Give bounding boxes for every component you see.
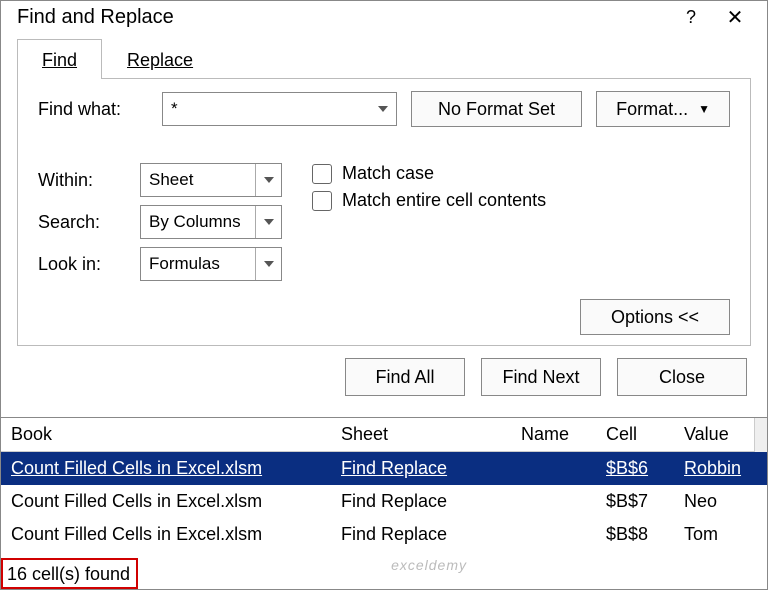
- find-replace-dialog: Find and Replace ? ✕ Find Replace Find w…: [0, 0, 768, 590]
- cell-value: Robbin: [684, 458, 741, 478]
- header-book[interactable]: Book: [1, 418, 331, 451]
- chevron-down-icon[interactable]: [255, 164, 281, 196]
- results-panel: Book Sheet Name Cell Value Count Filled …: [1, 417, 767, 589]
- status-text: 16 cell(s) found: [1, 558, 138, 589]
- find-next-button[interactable]: Find Next: [481, 358, 601, 396]
- header-cell[interactable]: Cell: [596, 418, 674, 451]
- dialog-title: Find and Replace: [17, 6, 669, 29]
- results-header: Book Sheet Name Cell Value: [1, 418, 754, 452]
- chevron-down-icon[interactable]: [255, 206, 281, 238]
- options-button[interactable]: Options <<: [580, 299, 730, 335]
- no-format-button[interactable]: No Format Set: [411, 91, 582, 127]
- table-row[interactable]: Count Filled Cells in Excel.xlsm Find Rep…: [1, 518, 767, 551]
- search-label: Search:: [38, 212, 128, 233]
- find-all-button[interactable]: Find All: [345, 358, 465, 396]
- action-row: Find All Find Next Close: [1, 346, 767, 408]
- match-entire-checkbox[interactable]: Match entire cell contents: [312, 190, 546, 211]
- cell-book: Count Filled Cells in Excel.xlsm: [11, 458, 262, 478]
- chevron-down-icon[interactable]: [255, 248, 281, 280]
- search-select[interactable]: By Columns: [140, 205, 282, 239]
- tab-find[interactable]: Find: [17, 39, 102, 79]
- within-select[interactable]: Sheet: [140, 163, 282, 197]
- cell-book: Count Filled Cells in Excel.xlsm: [11, 491, 262, 511]
- tab-replace[interactable]: Replace: [102, 39, 218, 79]
- find-panel: Find what: * No Format Set Format... ▼ W…: [17, 79, 751, 346]
- within-label: Within:: [38, 170, 128, 191]
- header-name[interactable]: Name: [511, 418, 596, 451]
- checkbox-icon: [312, 164, 332, 184]
- cell-book: Count Filled Cells in Excel.xlsm: [11, 524, 262, 544]
- cell-value: Tom: [684, 524, 718, 544]
- format-button[interactable]: Format... ▼: [596, 91, 730, 127]
- cell-sheet: Find Replace: [341, 524, 447, 544]
- cell-cell: $B$7: [606, 491, 648, 511]
- table-row[interactable]: Count Filled Cells in Excel.xlsm Find Rep…: [1, 485, 767, 518]
- titlebar: Find and Replace ? ✕: [1, 1, 767, 38]
- find-what-label: Find what:: [38, 99, 148, 120]
- cell-value: Neo: [684, 491, 717, 511]
- chevron-down-icon[interactable]: [370, 93, 396, 125]
- help-icon[interactable]: ?: [669, 7, 713, 28]
- cell-sheet: Find Replace: [341, 491, 447, 511]
- cell-cell: $B$8: [606, 524, 648, 544]
- header-value[interactable]: Value: [674, 418, 754, 451]
- look-in-label: Look in:: [38, 254, 128, 275]
- find-what-input[interactable]: *: [162, 92, 397, 126]
- match-case-checkbox[interactable]: Match case: [312, 163, 546, 184]
- look-in-select[interactable]: Formulas: [140, 247, 282, 281]
- scrollbar[interactable]: [754, 418, 767, 452]
- header-sheet[interactable]: Sheet: [331, 418, 511, 451]
- results-body: Count Filled Cells in Excel.xlsm Find Rep…: [1, 452, 767, 558]
- table-row[interactable]: Count Filled Cells in Excel.xlsm Find Rep…: [1, 452, 767, 485]
- close-icon[interactable]: ✕: [713, 5, 757, 30]
- close-button[interactable]: Close: [617, 358, 747, 396]
- cell-cell: $B$6: [606, 458, 648, 478]
- checkbox-icon: [312, 191, 332, 211]
- chevron-down-icon: ▼: [698, 102, 710, 116]
- tabs: Find Replace: [17, 38, 751, 79]
- cell-sheet: Find Replace: [341, 458, 447, 478]
